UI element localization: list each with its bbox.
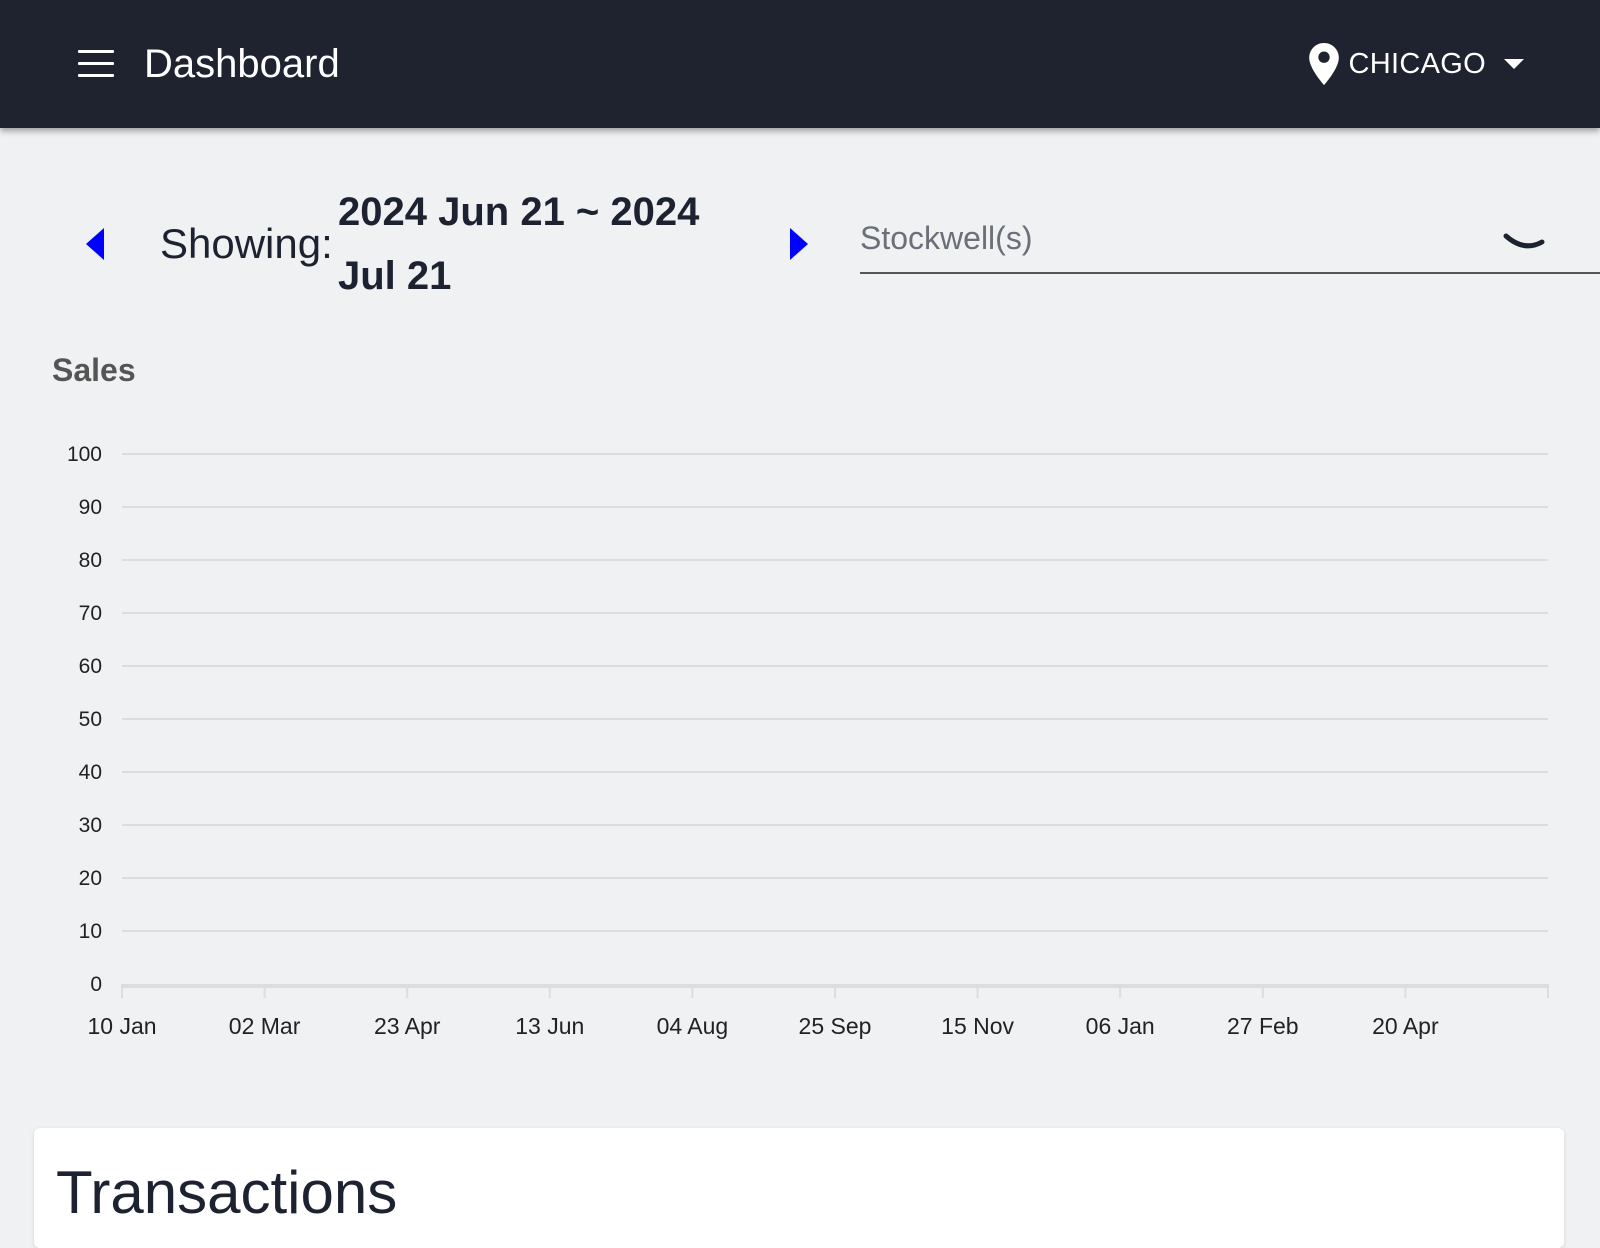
caret-down-icon: [1504, 59, 1524, 69]
location-selector[interactable]: CHICAGO: [1308, 40, 1524, 88]
x-tick-label: 10 Jan: [87, 1013, 156, 1039]
loading-spinner-icon: [1503, 233, 1545, 249]
location-pin-icon: [1308, 43, 1339, 85]
sales-chart-title: Sales: [52, 352, 136, 388]
x-tick-label: 04 Aug: [657, 1013, 729, 1039]
date-range-line1: 2024 Jun 21 ~ 2024: [338, 190, 700, 234]
date-range-line2: Jul 21: [338, 254, 452, 298]
menu-icon[interactable]: [74, 46, 118, 82]
x-tick-label: 23 Apr: [374, 1013, 441, 1039]
date-range: 2024 Jun 21 ~ 2024 Jul 21: [338, 180, 718, 308]
y-tick-label: 20: [79, 867, 102, 890]
showing-label: Showing:: [160, 220, 333, 267]
y-tick-label: 90: [79, 496, 102, 519]
chevron-left-icon: [86, 228, 104, 260]
transactions-title: Transactions: [56, 1159, 398, 1226]
top-app-bar: Dashboard CHICAGO: [0, 0, 1600, 128]
stockwell-select[interactable]: [860, 214, 1600, 274]
sales-chart: 0 10 20 30 40 50 60 70 80 90 100 10 Jan 02 Mar 23 Apr…: [67, 443, 1549, 1039]
x-tick-label: 20 Apr: [1372, 1013, 1439, 1039]
y-tick-label: 70: [79, 602, 102, 625]
y-tick-label: 100: [67, 443, 102, 466]
stockwell-input[interactable]: [860, 214, 1460, 262]
y-tick-label: 10: [79, 920, 102, 943]
y-tick-label: 0: [90, 973, 102, 996]
app-title: Dashboard: [144, 42, 340, 86]
x-tick-label: 06 Jan: [1086, 1013, 1155, 1039]
transactions-card: Transactions: [34, 1128, 1564, 1248]
x-tick-label: 15 Nov: [941, 1013, 1014, 1039]
previous-range-button[interactable]: [82, 224, 112, 264]
y-tick-label: 40: [79, 761, 102, 784]
y-tick-label: 50: [79, 708, 102, 731]
x-tick-label: 25 Sep: [799, 1013, 872, 1039]
y-tick-label: 80: [79, 549, 102, 572]
location-label: CHICAGO: [1348, 47, 1486, 80]
y-tick-label: 30: [79, 814, 102, 837]
chevron-right-icon: [790, 228, 808, 260]
x-tick-label: 27 Feb: [1227, 1013, 1299, 1039]
x-tick-label: 02 Mar: [229, 1013, 301, 1039]
y-tick-label: 60: [79, 655, 102, 678]
x-tick-label: 13 Jun: [515, 1013, 584, 1039]
next-range-button[interactable]: [786, 224, 816, 264]
